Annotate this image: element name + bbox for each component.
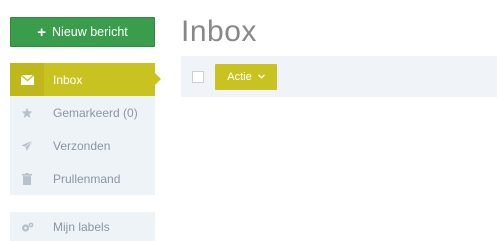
sidebar-item-trash[interactable]: Prullenmand (10, 162, 155, 195)
sidebar-item-label: Verzonden (53, 138, 111, 153)
sidebar-item-label: Prullenmand (53, 171, 121, 186)
paper-plane-icon (10, 129, 44, 162)
sidebar-item-sent[interactable]: Verzonden (10, 129, 155, 162)
new-message-button[interactable]: + Nieuw bericht (10, 17, 155, 47)
select-all-checkbox[interactable] (192, 70, 204, 83)
trash-icon (10, 162, 44, 195)
message-toolbar: Actie (181, 56, 497, 97)
sidebar: Inbox Gemarkeerd (0) Verzonden Prullenma… (10, 63, 161, 241)
sidebar-item-my-labels[interactable]: Mijn labels (10, 212, 155, 241)
envelope-icon (10, 63, 44, 96)
sidebar-item-inbox[interactable]: Inbox (10, 63, 161, 96)
star-icon (10, 96, 44, 129)
action-dropdown-button[interactable]: Actie (215, 63, 277, 90)
page-title: Inbox (181, 15, 257, 48)
sidebar-item-label: Inbox (53, 72, 83, 87)
sidebar-item-label: Gemarkeerd (0) (53, 105, 138, 120)
plus-icon: + (37, 23, 47, 41)
gears-icon (10, 212, 44, 241)
chevron-down-icon (257, 73, 265, 81)
action-label: Actie (227, 70, 252, 83)
mail-app: + Nieuw bericht Inbox Inbox Gemarkeerd (… (0, 0, 497, 241)
new-message-label: Nieuw bericht (52, 25, 128, 39)
sidebar-item-starred[interactable]: Gemarkeerd (0) (10, 96, 155, 129)
sidebar-item-label: Mijn labels (53, 220, 110, 234)
